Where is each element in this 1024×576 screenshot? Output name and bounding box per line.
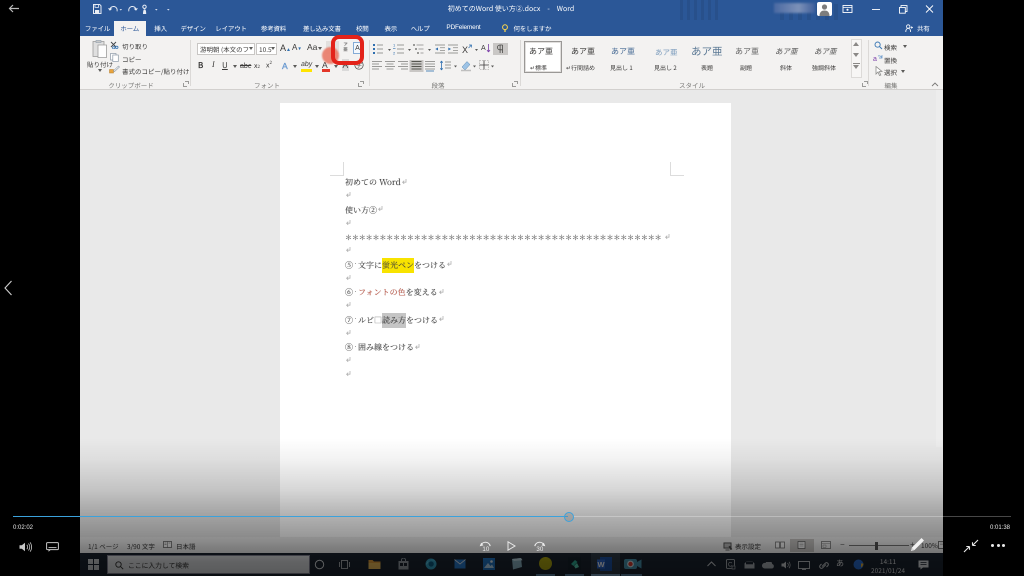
svg-text:A: A	[481, 45, 486, 52]
svg-text:30: 30	[536, 546, 543, 552]
svg-text:a: a	[873, 56, 877, 63]
svg-text:2: 2	[393, 51, 396, 55]
svg-text:1: 1	[393, 43, 396, 48]
svg-text:10: 10	[482, 546, 489, 552]
svg-text:X: X	[462, 45, 468, 55]
svg-text:W: W	[597, 560, 605, 569]
